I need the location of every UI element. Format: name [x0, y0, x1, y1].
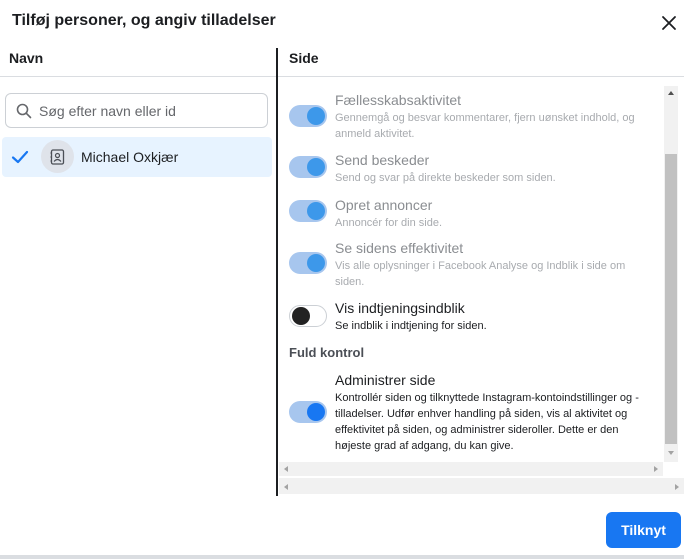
avatar	[41, 140, 74, 173]
column-divider	[276, 48, 278, 496]
person-badge-icon	[50, 149, 65, 165]
permission-title: Se sidens effektivitet	[335, 240, 464, 256]
scroll-right-arrow-icon[interactable]	[650, 462, 662, 476]
column-header-name: Navn	[9, 50, 44, 66]
permission-description: Gennemgå og besvar kommentarer, fjern uø…	[335, 112, 635, 140]
horizontal-scrollbar-inner[interactable]	[279, 462, 663, 476]
permission-description: Kontrollér siden og tilknyttede Instagra…	[335, 392, 639, 452]
search-icon	[16, 103, 32, 119]
connect-button[interactable]: Tilknyt	[606, 512, 681, 548]
dialog-title: Tilføj personer, og angiv tilladelser	[12, 12, 276, 29]
toggle-community-activity[interactable]	[289, 105, 327, 127]
permission-title: Vis indtjeningsindblik	[335, 300, 465, 316]
header-divider-left	[0, 76, 276, 77]
toggle-send-messages[interactable]	[289, 156, 327, 178]
person-name: Michael Oxkjær	[81, 149, 179, 165]
horizontal-scrollbar-outer[interactable]	[279, 478, 684, 494]
column-header-page: Side	[289, 50, 319, 66]
search-box	[5, 93, 268, 128]
scroll-right-arrow-icon[interactable]	[671, 480, 683, 494]
dialog-bottom-border	[0, 555, 684, 559]
permission-description: Annoncér for din side.	[335, 217, 443, 229]
scroll-left-arrow-icon[interactable]	[280, 462, 292, 476]
permission-title: Opret annoncer	[335, 197, 433, 213]
toggle-knob	[307, 202, 325, 220]
section-label-full-control: Fuld kontrol	[289, 345, 365, 360]
toggle-knob	[307, 107, 325, 125]
checkmark-icon[interactable]	[10, 147, 30, 167]
toggle-manage-page[interactable]	[289, 401, 327, 423]
search-input[interactable]	[39, 100, 259, 122]
permission-title: Administrer side	[335, 372, 436, 388]
close-button[interactable]	[658, 12, 680, 34]
toggle-page-performance[interactable]	[289, 252, 327, 274]
header-divider-right	[278, 76, 684, 77]
permission-description: Vis alle oplysninger i Facebook Analyse …	[335, 260, 626, 288]
permission-title: Fællesskabsaktivitet	[335, 92, 462, 108]
toggle-monetization-insights[interactable]	[289, 305, 327, 327]
toggle-knob	[307, 158, 325, 176]
toggle-knob	[307, 403, 325, 421]
permissions-list: Fællesskabsaktivitet Gennemgå og besvar …	[279, 82, 663, 462]
permission-title: Send beskeder	[335, 152, 430, 168]
scroll-up-arrow-icon[interactable]	[664, 86, 678, 100]
permission-description: Send og svar på direkte beskeder som sid…	[335, 172, 556, 184]
permission-description: Se indblik i indtjening for siden.	[335, 320, 487, 332]
close-icon	[662, 16, 676, 30]
toggle-knob	[307, 254, 325, 272]
vertical-scrollbar-thumb[interactable]	[665, 154, 677, 444]
scroll-left-arrow-icon[interactable]	[280, 480, 292, 494]
person-row[interactable]: Michael Oxkjær	[2, 137, 272, 177]
toggle-knob	[292, 307, 310, 325]
add-people-dialog: Tilføj personer, og angiv tilladelser Na…	[0, 0, 684, 559]
toggle-create-ads[interactable]	[289, 200, 327, 222]
scroll-down-arrow-icon[interactable]	[664, 446, 678, 460]
